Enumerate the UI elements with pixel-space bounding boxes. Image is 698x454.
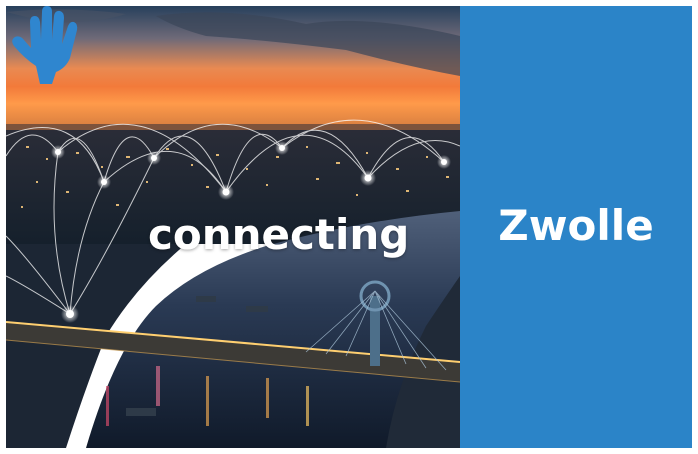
city-name-zwolle: Zwolle [498,200,654,250]
city-name-panel: Zwolle [460,6,692,448]
bridge-pylon [370,296,380,366]
city-night-photo: connecting [6,6,460,448]
hand-icon [12,6,78,84]
connecting-zwolle-banner: connecting Zwolle [6,6,692,448]
tagline-connecting: connecting [148,210,410,259]
